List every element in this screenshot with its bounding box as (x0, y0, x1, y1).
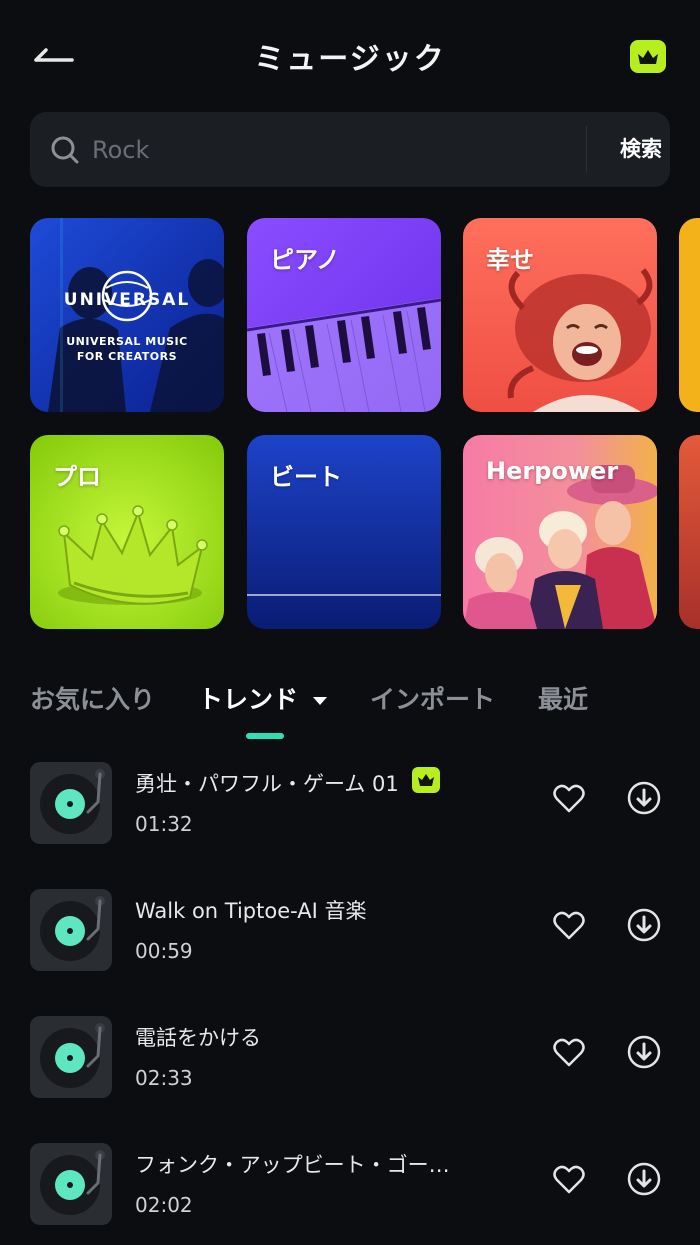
crown-icon (638, 49, 658, 64)
category-label: Herpower (486, 457, 619, 485)
download-icon[interactable] (626, 780, 662, 816)
tab-trending[interactable]: トレンド (198, 680, 329, 716)
track-title: 電話をかける (135, 1026, 261, 1050)
heart-icon[interactable] (552, 782, 586, 816)
track-row[interactable]: 勇壮・パワフル・ゲーム 01 01:32 (30, 762, 670, 844)
universal-subtitle-line1: UNIVERSAL MUSIC (66, 335, 188, 348)
category-beat[interactable]: ビート (247, 435, 441, 629)
download-icon[interactable] (626, 1034, 662, 1070)
turntable-icon (30, 889, 112, 971)
music-tabs: お気に入り トレンド インポート 最近 (30, 680, 700, 726)
category-label: ビート (270, 463, 342, 491)
tab-label: 最近 (538, 685, 589, 714)
category-universal-music[interactable]: UNIVERSAL UNIVERSAL MUSIC FOR CREATORS (30, 218, 224, 412)
track-title: フォンク・アップビート・ゴー… (135, 1153, 450, 1177)
tab-label: お気に入り (30, 685, 156, 714)
vinyl-thumbnail (30, 1016, 112, 1098)
track-row[interactable]: 電話をかける 02:33 (30, 1016, 670, 1098)
track-duration: 02:33 (135, 1066, 193, 1090)
universal-subtitle-line2: FOR CREATORS (76, 350, 178, 363)
header: ミュージック (0, 0, 700, 110)
universal-artwork (30, 218, 224, 412)
category-partial-next-2[interactable] (679, 435, 700, 629)
track-duration: 00:59 (135, 939, 193, 963)
crown-icon (418, 774, 434, 786)
track-row[interactable]: フォンク・アップビート・ゴー… 02:02 (30, 1143, 670, 1225)
category-label: ピアノ (270, 246, 340, 274)
partial-artwork (679, 435, 700, 629)
category-herpower[interactable]: Herpower (463, 435, 657, 629)
universal-subtitle: UNIVERSAL MUSIC FOR CREATORS (30, 334, 224, 364)
partial-artwork (679, 218, 700, 412)
download-icon[interactable] (626, 907, 662, 943)
track-duration: 02:02 (135, 1193, 193, 1217)
vinyl-thumbnail (30, 1143, 112, 1225)
category-partial-next[interactable] (679, 218, 700, 412)
vinyl-thumbnail (30, 889, 112, 971)
tab-label: インポート (370, 685, 496, 714)
category-happy[interactable]: 幸せ (463, 218, 657, 412)
search-input[interactable] (92, 112, 572, 187)
tab-label: トレンド (198, 685, 299, 714)
track-title: 勇壮・パワフル・ゲーム 01 (135, 772, 399, 796)
universal-logo-text: UNIVERSAL (63, 290, 191, 310)
tab-recent[interactable]: 最近 (538, 680, 588, 716)
premium-badge (412, 767, 440, 793)
tab-favorites[interactable]: お気に入り (30, 680, 155, 716)
category-piano[interactable]: ピアノ (247, 218, 441, 412)
turntable-icon (30, 762, 112, 844)
search-icon (51, 136, 79, 164)
category-label: プロ (53, 463, 101, 491)
download-icon[interactable] (626, 1161, 662, 1197)
turntable-icon (30, 1143, 112, 1225)
heart-icon[interactable] (552, 1036, 586, 1070)
caret-down-icon (312, 697, 327, 705)
heart-icon[interactable] (552, 909, 586, 943)
category-pro[interactable]: プロ (30, 435, 224, 629)
vinyl-thumbnail (30, 762, 112, 844)
track-duration: 01:32 (135, 812, 193, 836)
track-row[interactable]: Walk on Tiptoe-AI 音楽 00:59 (30, 889, 670, 971)
search-bar: 検索 (30, 112, 670, 187)
premium-button[interactable] (630, 40, 666, 73)
search-button[interactable]: 検索 (587, 112, 695, 187)
tab-import[interactable]: インポート (370, 680, 495, 716)
active-tab-indicator (246, 733, 284, 739)
page-title: ミュージック (254, 42, 446, 77)
category-label: 幸せ (486, 246, 534, 274)
turntable-icon (30, 1016, 112, 1098)
heart-icon[interactable] (552, 1163, 586, 1197)
track-title: Walk on Tiptoe-AI 音楽 (135, 899, 367, 923)
